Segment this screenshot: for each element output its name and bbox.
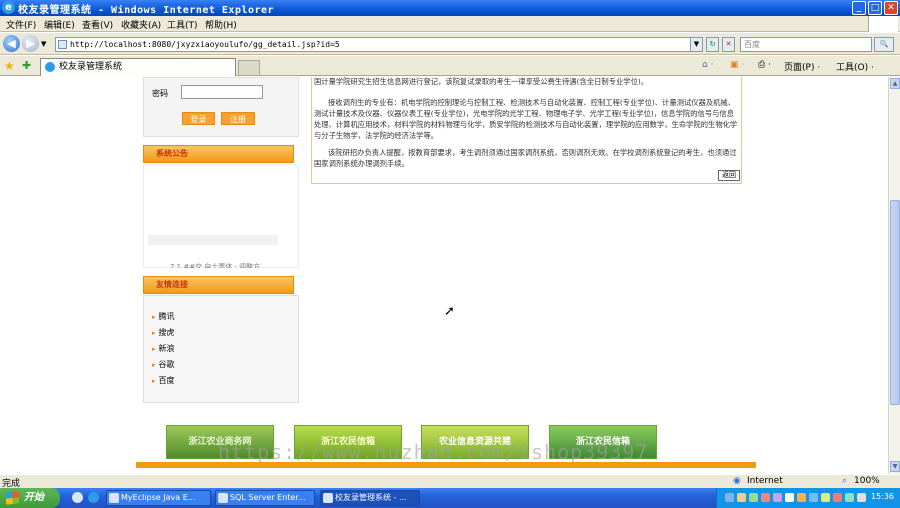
register-button[interactable]: 注册 <box>221 112 255 125</box>
menu-favorites[interactable]: 收藏夹(A) <box>121 18 161 31</box>
ie-quicklaunch-icon[interactable] <box>88 492 99 503</box>
zoom-icon: ⌕ <box>842 476 848 486</box>
myeclipse-icon <box>109 493 119 503</box>
tray-icon[interactable] <box>785 493 794 502</box>
minimize-button[interactable]: _ <box>852 1 866 15</box>
tools-menu[interactable]: 工具(O) · <box>836 60 874 73</box>
tray-icon[interactable] <box>773 493 782 502</box>
zoom-level[interactable]: 100% <box>854 476 880 486</box>
tray-icon[interactable] <box>749 493 758 502</box>
tray-icon[interactable] <box>821 493 830 502</box>
back-link-button[interactable]: 返回 <box>718 170 740 181</box>
notice-scrolling-text[interactable]: 2 1 ##交 自士票体 · 调整方 <box>170 262 298 268</box>
ie-tab-icon <box>45 62 55 72</box>
article-paragraph: 接收调剂生的专业有：机电学院的控制理论与控制工程、检测技术与自动化装置、控制工程… <box>314 98 738 140</box>
password-field[interactable] <box>181 85 263 99</box>
show-desktop-icon[interactable] <box>72 492 83 503</box>
windows-logo-icon <box>6 491 19 505</box>
menu-bar: 文件(F) 编辑(E) 查看(V) 收藏夹(A) 工具(T) 帮助(H) <box>0 16 900 32</box>
globe-icon: ◉ <box>733 476 741 486</box>
article-paragraph: 该院研招办负责人提醒，按教育部要求，考生调剂须通过国家调剂系统，否则调剂无效。在… <box>314 148 737 168</box>
feeds-icon[interactable]: ▣ · <box>730 60 744 70</box>
search-input[interactable]: 百度 <box>740 37 872 52</box>
link-item[interactable]: 搜虎 <box>152 327 175 338</box>
link-item[interactable]: 腾讯 <box>152 311 175 322</box>
stop-icon[interactable]: ✕ <box>722 37 735 52</box>
history-dropdown-icon[interactable]: ▼ <box>41 40 46 48</box>
tray-icon[interactable] <box>833 493 842 502</box>
link-item[interactable]: 新浪 <box>152 343 175 354</box>
mouse-cursor-icon: ➚ <box>444 304 455 319</box>
close-button[interactable]: ✕ <box>884 1 898 15</box>
tray-icon[interactable] <box>761 493 770 502</box>
page-menu[interactable]: 页面(P) · <box>784 60 820 73</box>
notice-header: 系统公告 <box>143 145 294 163</box>
notice-placeholder <box>148 235 278 245</box>
login-panel: 密码 登录 注册 <box>143 77 299 137</box>
ie-task-icon <box>323 493 333 503</box>
menu-file[interactable]: 文件(F) <box>6 18 36 31</box>
login-button[interactable]: 登录 <box>182 112 215 125</box>
add-favorite-icon[interactable]: ✚ <box>22 59 31 72</box>
page-content: 密码 登录 注册 系统公告 2 1 ##交 自士票体 · 调整方 友情连接 腾讯… <box>0 77 888 474</box>
menu-edit[interactable]: 编辑(E) <box>44 18 75 31</box>
print-icon[interactable]: ⎙ · <box>758 60 771 70</box>
scroll-down-icon[interactable]: ▼ <box>890 461 900 472</box>
menu-tools[interactable]: 工具(T) <box>167 18 198 31</box>
menu-view[interactable]: 查看(V) <box>82 18 113 31</box>
article-panel: 国计量学院研究生招生信息网进行登记，该院复试录取的考生一律享受公费生待遇(含全日… <box>311 77 742 184</box>
search-icon[interactable]: 🔍 <box>874 37 894 52</box>
tray-icon[interactable] <box>845 493 854 502</box>
watermark-text: https://www.huzhan.com/ishop39397 <box>218 440 649 464</box>
tray-icon[interactable] <box>797 493 806 502</box>
tray-icon[interactable] <box>725 493 734 502</box>
address-input[interactable]: http://localhost:8080/jxyzxiaoyoulufo/gg… <box>55 37 703 52</box>
address-bar: ◀ ▶ ▼ http://localhost:8080/jxyzxiaoyoul… <box>0 33 900 55</box>
clock: 15:36 <box>870 492 894 501</box>
home-icon[interactable]: ⌂ · <box>702 60 713 70</box>
zone-text: Internet <box>747 476 783 486</box>
links-panel: 腾讯 搜虎 新浪 谷歌 百度 <box>143 295 299 403</box>
refresh-icon[interactable]: ↻ <box>706 37 719 52</box>
link-item[interactable]: 百度 <box>152 375 175 386</box>
windows-flag-icon <box>868 16 898 32</box>
new-tab-button[interactable] <box>238 60 260 76</box>
taskbar: 开始 MyEclipse Java E... SQL Server Enter.… <box>0 488 900 508</box>
forward-button[interactable]: ▶ <box>22 35 39 52</box>
window-title: 校友录管理系统 - Windows Internet Explorer <box>18 5 275 16</box>
scroll-up-icon[interactable]: ▲ <box>890 78 900 89</box>
page-icon <box>58 40 67 49</box>
vertical-scrollbar[interactable]: ▲ ▼ <box>888 77 900 474</box>
tab-active[interactable]: 校友录管理系统 <box>40 58 236 76</box>
links-header: 友情连接 <box>143 276 294 294</box>
sqlserver-icon <box>218 493 228 503</box>
password-label: 密码 <box>152 89 168 98</box>
task-ie[interactable]: 校友录管理系统 - ... <box>320 490 420 506</box>
scroll-thumb[interactable] <box>890 200 900 405</box>
ie-logo-icon: e <box>2 1 15 14</box>
maximize-button[interactable]: □ <box>868 1 882 15</box>
tray-icon[interactable] <box>737 493 746 502</box>
status-bar: 完成 ◉ Internet ⌕ 100% <box>0 474 900 489</box>
window-title-bar[interactable]: e 校友录管理系统 - Windows Internet Explorer _ … <box>0 0 900 16</box>
task-myeclipse[interactable]: MyEclipse Java E... <box>106 490 211 506</box>
task-sqlserver[interactable]: SQL Server Enter... <box>215 490 315 506</box>
link-item[interactable]: 谷歌 <box>152 359 175 370</box>
menu-help[interactable]: 帮助(H) <box>205 18 237 31</box>
tray-icon[interactable] <box>809 493 818 502</box>
start-button[interactable]: 开始 <box>0 488 60 508</box>
notice-panel: 2 1 ##交 自士票体 · 调整方 <box>143 164 299 268</box>
article-line: 国计量学院研究生招生信息网进行登记，该院复试录取的考生一律享受公费生待遇(含全日… <box>314 77 649 86</box>
favorites-star-icon[interactable]: ★ <box>4 59 15 73</box>
system-tray: 15:36 <box>716 488 900 508</box>
back-button[interactable]: ◀ <box>3 35 20 52</box>
tab-bar: ★ ✚ 校友录管理系统 ⌂ · ▣ · ⎙ · 页面(P) · 工具(O) · <box>0 56 900 76</box>
address-dropdown-button[interactable]: ▼ <box>690 37 703 52</box>
tray-icon[interactable] <box>857 493 866 502</box>
